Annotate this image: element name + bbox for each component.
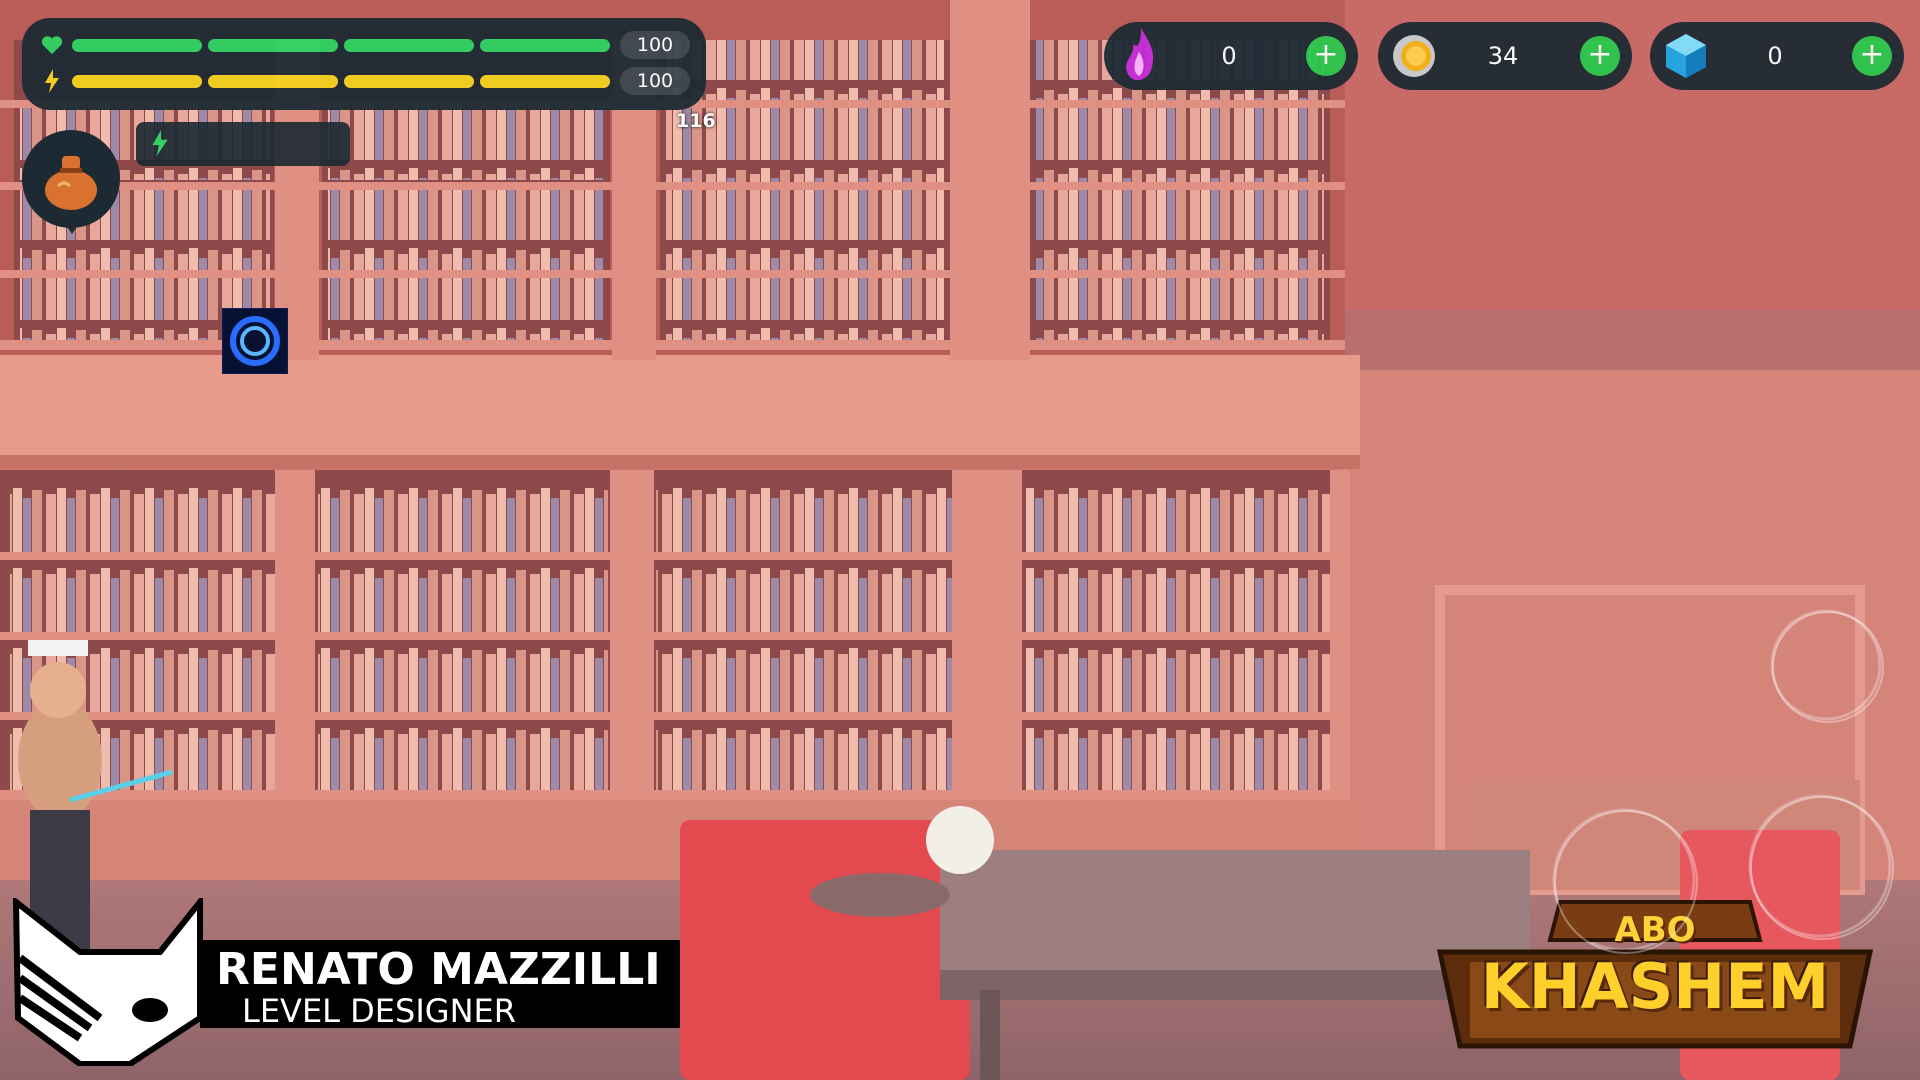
status-bars-panel: 100 100 [22,18,706,110]
fox-head-logo [12,898,203,1066]
touch-action-button[interactable] [1772,611,1884,723]
gem-count: 0 [1767,42,1783,70]
add-flame-button[interactable]: + [1306,36,1346,76]
energy-segment [344,74,474,88]
health-segment [344,38,474,52]
health-segment [480,38,610,52]
currency-coins: 34 + [1378,22,1632,90]
energy-bar: 100 [40,66,700,96]
designer-name: RENATO MAZZILLI [216,944,661,995]
energy-segment [72,74,202,88]
special-energy-panel [136,122,350,166]
designer-role: LEVEL DESIGNER [242,992,516,1030]
purple-flame-icon [1114,28,1166,82]
blue-gem-icon [1660,30,1712,82]
energy-segment [208,74,338,88]
gold-coin-icon [1388,30,1440,82]
logo-line2: KHASHEM [1480,950,1830,1023]
health-segment [208,38,338,52]
health-value: 100 [620,31,690,59]
add-gems-button[interactable]: + [1852,36,1892,76]
touch-attack-button[interactable] [1750,796,1894,940]
lightning-icon [152,130,168,156]
lightning-icon [40,69,64,93]
heart-icon [40,33,64,57]
xp-counter: 116 [676,110,716,132]
ability-vortex-button[interactable] [222,308,288,374]
flame-count: 0 [1221,42,1237,70]
health-bar: 100 [40,30,700,60]
money-bag-icon [45,156,97,210]
designer-credit: RENATO MAZZILLI LEVEL DESIGNER [10,898,680,1066]
currency-flame: 0 + [1104,22,1358,90]
energy-value: 100 [620,67,690,95]
add-coins-button[interactable]: + [1580,36,1620,76]
touch-joystick[interactable] [1554,810,1698,954]
vortex-portal-icon [230,316,280,366]
inventory-bag-button[interactable] [22,130,122,240]
currency-gems: 0 + [1650,22,1904,90]
health-segment [72,38,202,52]
coin-count: 34 [1487,42,1519,70]
energy-segment [480,74,610,88]
